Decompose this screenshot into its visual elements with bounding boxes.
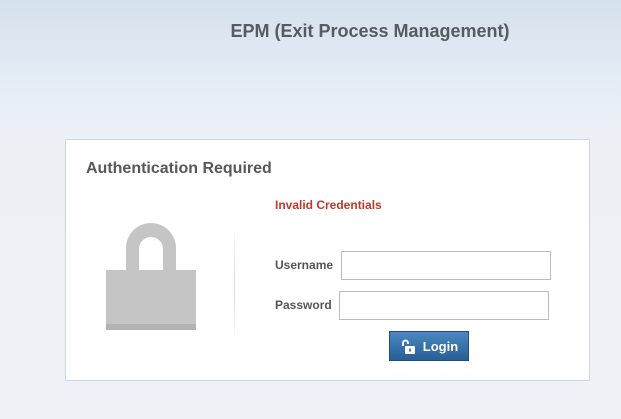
unlock-icon	[400, 338, 417, 355]
error-message: Invalid Credentials	[275, 198, 382, 212]
divider	[234, 225, 235, 345]
authentication-panel: Authentication Required Invalid Credenti…	[65, 139, 590, 381]
panel-title: Authentication Required	[86, 160, 272, 177]
username-field[interactable]	[341, 251, 551, 280]
app-title: EPM (Exit Process Management)	[230, 21, 510, 41]
lock-icon	[106, 218, 196, 332]
password-label: Password	[275, 298, 332, 312]
login-label: Login	[422, 338, 459, 354]
login-button[interactable]: Login	[389, 331, 469, 361]
password-field[interactable]	[339, 291, 549, 320]
username-label: Username	[275, 258, 334, 272]
